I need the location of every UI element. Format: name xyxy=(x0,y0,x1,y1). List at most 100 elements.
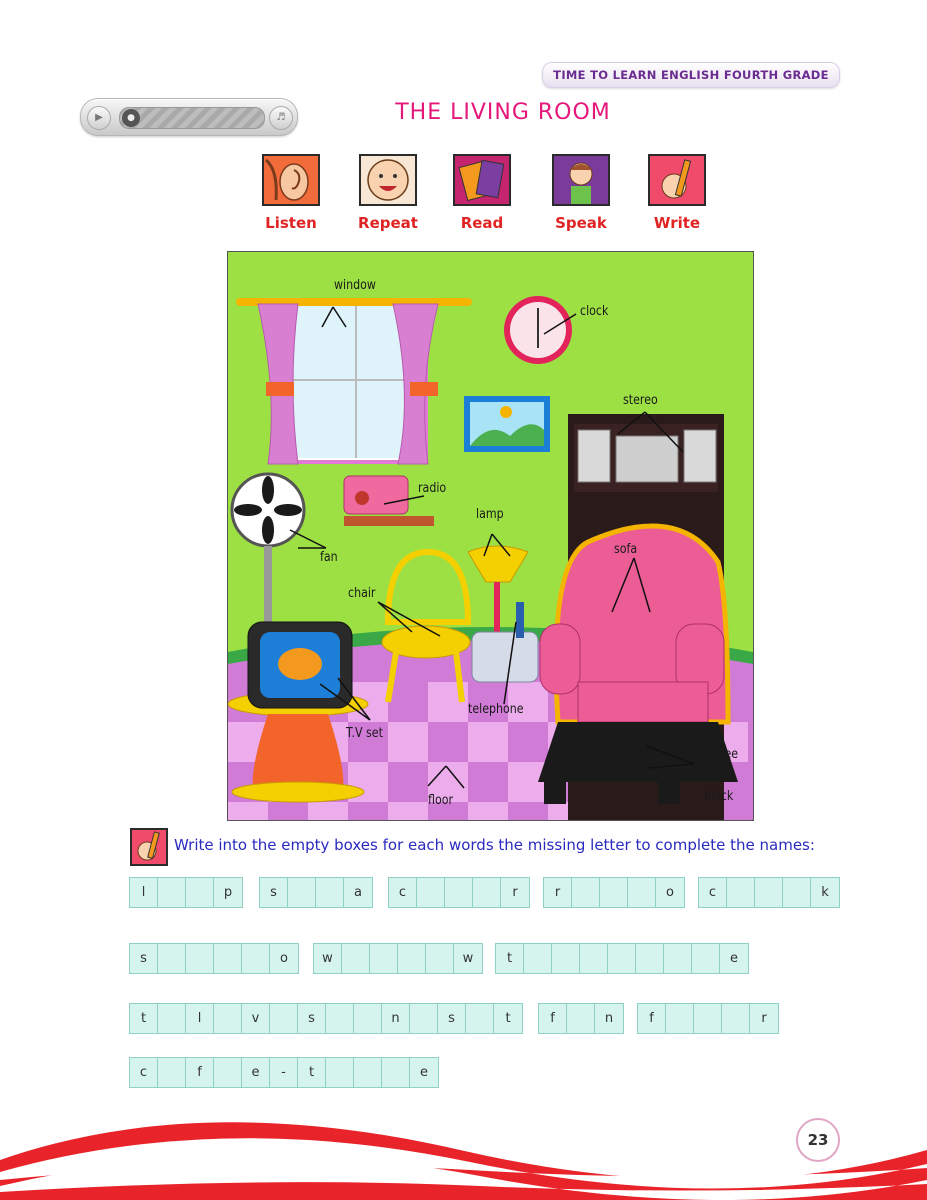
play-icon[interactable]: ▶ xyxy=(87,106,111,130)
letter-cell: e xyxy=(730,951,738,966)
letter-cell: p xyxy=(223,885,233,900)
letter-cell: w xyxy=(314,944,342,973)
letter-input-cell[interactable] xyxy=(158,878,186,907)
scene-label-table: table xyxy=(704,768,732,783)
word-boxes: w w xyxy=(313,943,483,974)
scene-label-sofa: sofa xyxy=(614,542,638,557)
scene-label-floor: floor xyxy=(428,793,454,808)
skill-label: Speak xyxy=(555,214,607,232)
letter-input-cell[interactable] xyxy=(426,944,454,973)
letter-input-cell[interactable] xyxy=(608,944,636,973)
letter-input-cell[interactable] xyxy=(158,1004,186,1033)
letter-input-cell[interactable] xyxy=(316,878,344,907)
letter-input-cell[interactable] xyxy=(417,878,445,907)
letter-cell: - xyxy=(270,1058,298,1087)
letter-cell: s xyxy=(260,878,288,907)
letter-input-cell[interactable] xyxy=(473,878,501,907)
audio-progress-track[interactable]: ● xyxy=(119,107,265,129)
skill-read: Read xyxy=(427,154,537,232)
volume-icon[interactable]: ♬ xyxy=(269,106,293,130)
letter-input-cell[interactable] xyxy=(628,878,656,907)
book-icon xyxy=(453,154,511,206)
letter-cell: f xyxy=(638,1004,666,1033)
audio-player[interactable]: ▶ ● ♬ xyxy=(80,98,298,136)
letter-cell: n xyxy=(604,1011,614,1026)
letter-input-cell[interactable] xyxy=(692,944,720,973)
letter-input-cell[interactable] xyxy=(326,1058,354,1087)
letter-input-cell[interactable] xyxy=(580,944,608,973)
page-title: THE LIVING ROOM xyxy=(395,100,611,125)
scene-label-telephone: telephone xyxy=(468,702,524,717)
letter-input-cell[interactable] xyxy=(354,1004,382,1033)
letter-input-cell[interactable] xyxy=(288,878,316,907)
letter-cell: t xyxy=(298,1058,326,1087)
letter-input-cell[interactable] xyxy=(636,944,664,973)
letter-input-cell[interactable] xyxy=(326,1004,354,1033)
letter-input-cell[interactable] xyxy=(572,878,600,907)
letter-input-cell[interactable] xyxy=(783,878,811,907)
word-boxes: f r xyxy=(637,1003,779,1034)
word-boxes: t l v s n s t xyxy=(129,1003,523,1034)
letter-input-cell[interactable] xyxy=(755,878,783,907)
letter-input-cell[interactable] xyxy=(186,944,214,973)
letter-input-cell[interactable] xyxy=(158,944,186,973)
letter-cell: c xyxy=(130,1058,158,1087)
word-boxes: t e xyxy=(495,943,749,974)
letter-cell: o xyxy=(666,885,674,900)
letter-input-cell[interactable] xyxy=(552,944,580,973)
letter-input-cell[interactable] xyxy=(354,1058,382,1087)
letter-input-cell[interactable] xyxy=(242,944,270,973)
write-task-icon xyxy=(130,828,168,866)
letter-input-cell[interactable] xyxy=(445,878,473,907)
scene-label-tv-set: T.V set xyxy=(346,726,383,741)
letter-input-cell[interactable] xyxy=(524,944,552,973)
letter-input-cell[interactable] xyxy=(410,1004,438,1033)
decorative-wave-footer xyxy=(0,1122,927,1200)
word-boxes: r o xyxy=(543,877,685,908)
exercise-instruction: Write into the empty boxes for each word… xyxy=(174,836,815,854)
letter-cell: s xyxy=(130,944,158,973)
skill-label: Write xyxy=(653,214,701,232)
skill-speak: Speak xyxy=(526,154,636,232)
letter-input-cell[interactable] xyxy=(664,944,692,973)
letter-input-cell[interactable] xyxy=(466,1004,494,1033)
letter-cell: f xyxy=(186,1058,214,1087)
letter-input-cell[interactable] xyxy=(186,878,214,907)
letter-input-cell[interactable] xyxy=(398,944,426,973)
scene-label-window: window xyxy=(334,278,376,293)
book-title-text: TIME TO LEARN ENGLISH FOURTH GRADE xyxy=(553,68,829,82)
letter-cell: v xyxy=(242,1004,270,1033)
letter-input-cell[interactable] xyxy=(666,1004,694,1033)
audio-scrubber-knob[interactable]: ● xyxy=(122,109,140,127)
letter-input-cell[interactable] xyxy=(370,944,398,973)
letter-input-cell[interactable] xyxy=(600,878,628,907)
letter-input-cell[interactable] xyxy=(214,944,242,973)
letter-cell: l xyxy=(130,878,158,907)
letter-input-cell[interactable] xyxy=(727,878,755,907)
letter-input-cell[interactable] xyxy=(270,1004,298,1033)
skill-label: Read xyxy=(460,214,504,232)
letter-input-cell[interactable] xyxy=(214,1058,242,1087)
letter-cell: r xyxy=(544,878,572,907)
letter-cell: t xyxy=(496,944,524,973)
word-boxes: f n xyxy=(538,1003,624,1034)
scene-label-chair: chair xyxy=(348,586,376,601)
letter-cell: k xyxy=(821,885,829,900)
scene-label-lamp: lamp xyxy=(476,507,504,522)
letter-input-cell[interactable] xyxy=(214,1004,242,1033)
ear-icon xyxy=(262,154,320,206)
word-boxes: l p xyxy=(129,877,243,908)
letter-cell: l xyxy=(186,1004,214,1033)
face-speaking-icon xyxy=(359,154,417,206)
letter-cell: r xyxy=(512,885,518,900)
letter-input-cell[interactable] xyxy=(382,1058,410,1087)
letter-input-cell[interactable] xyxy=(567,1004,595,1033)
letter-input-cell[interactable] xyxy=(694,1004,722,1033)
letter-cell: e xyxy=(420,1065,428,1080)
letter-input-cell[interactable] xyxy=(342,944,370,973)
letter-cell: n xyxy=(382,1004,410,1033)
letter-input-cell[interactable] xyxy=(158,1058,186,1087)
word-boxes: s a xyxy=(259,877,373,908)
letter-input-cell[interactable] xyxy=(722,1004,750,1033)
page-number: 23 xyxy=(796,1118,840,1162)
